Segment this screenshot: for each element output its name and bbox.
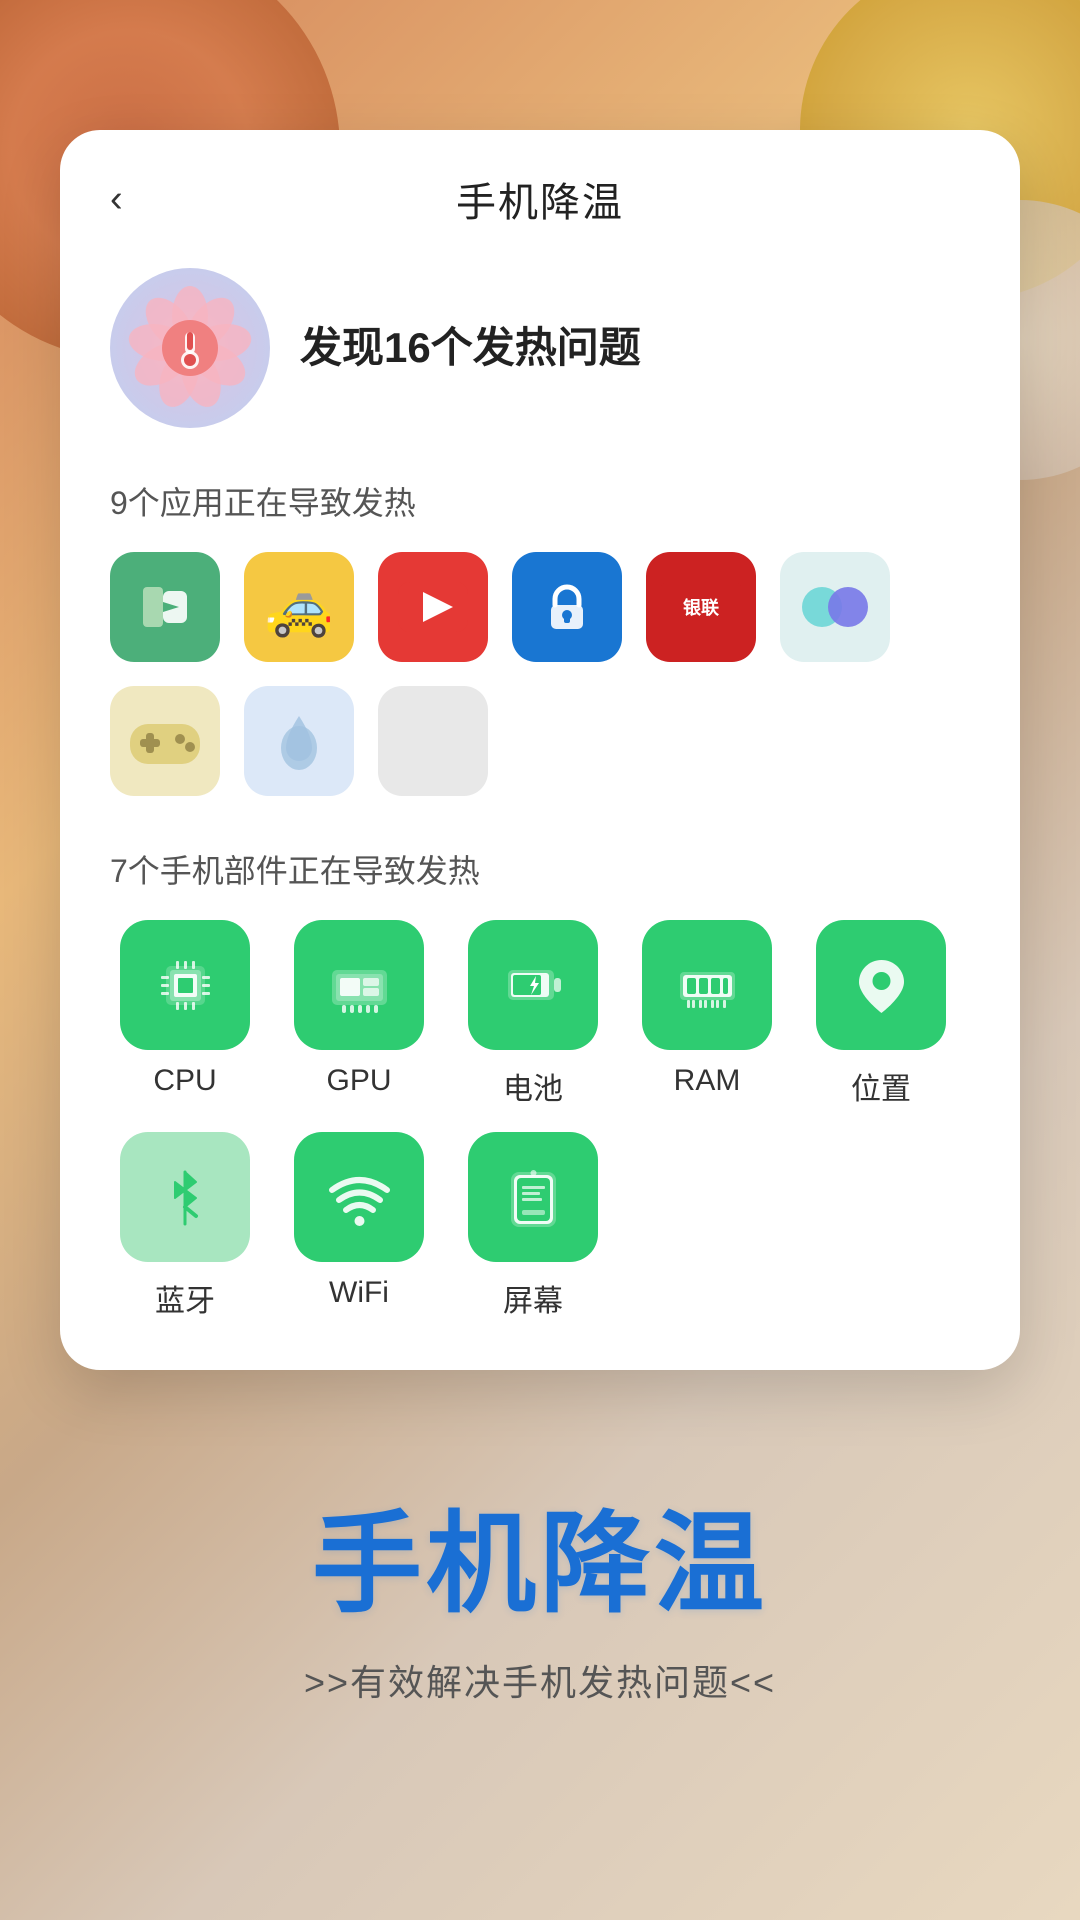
back-button[interactable]: ‹ (110, 180, 123, 218)
app-icon-game[interactable] (110, 686, 220, 796)
gpu-label: GPU (326, 1064, 391, 1098)
wifi-icon (322, 1160, 397, 1235)
app-icon-youtube[interactable] (378, 552, 488, 662)
ram-icon (670, 948, 745, 1023)
fan-svg (115, 273, 265, 423)
app-icon-unionpay[interactable]: 银联 (646, 552, 756, 662)
components-section-label: 7个手机部件正在导致发热 (110, 846, 970, 892)
battery-icon (496, 948, 571, 1023)
heat-issue-text: 发现16个发热问题 (300, 321, 641, 376)
svg-text:银联: 银联 (683, 597, 719, 618)
wifi-icon-wrap (294, 1132, 424, 1262)
app-icon-light[interactable] (244, 686, 354, 796)
bottom-subtitle: >>有效解决手机发热问题<< (304, 1654, 776, 1706)
bottom-big-title: 手机降温 (312, 1474, 768, 1634)
gpu-icon (322, 948, 397, 1023)
component-item-ram[interactable]: RAM (632, 920, 782, 1108)
heat-icon-wrap (110, 268, 270, 428)
cpu-icon-wrap (120, 920, 250, 1050)
apps-section-label: 9个应用正在导致发热 (110, 478, 970, 524)
screen-icon-wrap (468, 1132, 598, 1262)
component-item-wifi[interactable]: WiFi (284, 1132, 434, 1320)
bottom-section: 手机降温 >>有效解决手机发热问题<< (0, 1320, 1080, 1920)
location-label: 位置 (851, 1064, 911, 1108)
fan-animation (110, 268, 270, 428)
location-icon (844, 948, 919, 1023)
cpu-label: CPU (153, 1064, 216, 1098)
component-item-battery[interactable]: 电池 (458, 920, 608, 1108)
component-item-screen[interactable]: 屏幕 (458, 1132, 608, 1320)
app-icon-share[interactable] (110, 552, 220, 662)
battery-label: 电池 (503, 1064, 563, 1108)
gpu-icon-wrap (294, 920, 424, 1050)
cpu-icon (148, 948, 223, 1023)
components-grid: CPU GPU (110, 920, 970, 1320)
page-title: 手机降温 (456, 170, 624, 228)
component-item-gpu[interactable]: GPU (284, 920, 434, 1108)
screen-label: 屏幕 (503, 1276, 563, 1320)
bluetooth-icon (148, 1160, 223, 1235)
app-icon-taxi[interactable]: 🚕 (244, 552, 354, 662)
heat-section: 发现16个发热问题 (110, 268, 970, 428)
screen-icon (496, 1160, 571, 1235)
ram-label: RAM (674, 1064, 741, 1098)
card-header: ‹ 手机降温 (110, 170, 970, 228)
location-icon-wrap (816, 920, 946, 1050)
component-item-location[interactable]: 位置 (806, 920, 956, 1108)
bluetooth-icon-wrap (120, 1132, 250, 1262)
component-item-bluetooth[interactable]: 蓝牙 (110, 1132, 260, 1320)
component-item-cpu[interactable]: CPU (110, 920, 260, 1108)
app-icons-grid: 🚕 银联 (110, 552, 970, 796)
main-card: ‹ 手机降温 (60, 130, 1020, 1370)
app-icon-teal[interactable] (780, 552, 890, 662)
wifi-label: WiFi (329, 1276, 389, 1310)
bluetooth-label: 蓝牙 (155, 1276, 215, 1320)
app-icon-lock[interactable] (512, 552, 622, 662)
ram-icon-wrap (642, 920, 772, 1050)
app-icon-blank[interactable] (378, 686, 488, 796)
battery-icon-wrap (468, 920, 598, 1050)
